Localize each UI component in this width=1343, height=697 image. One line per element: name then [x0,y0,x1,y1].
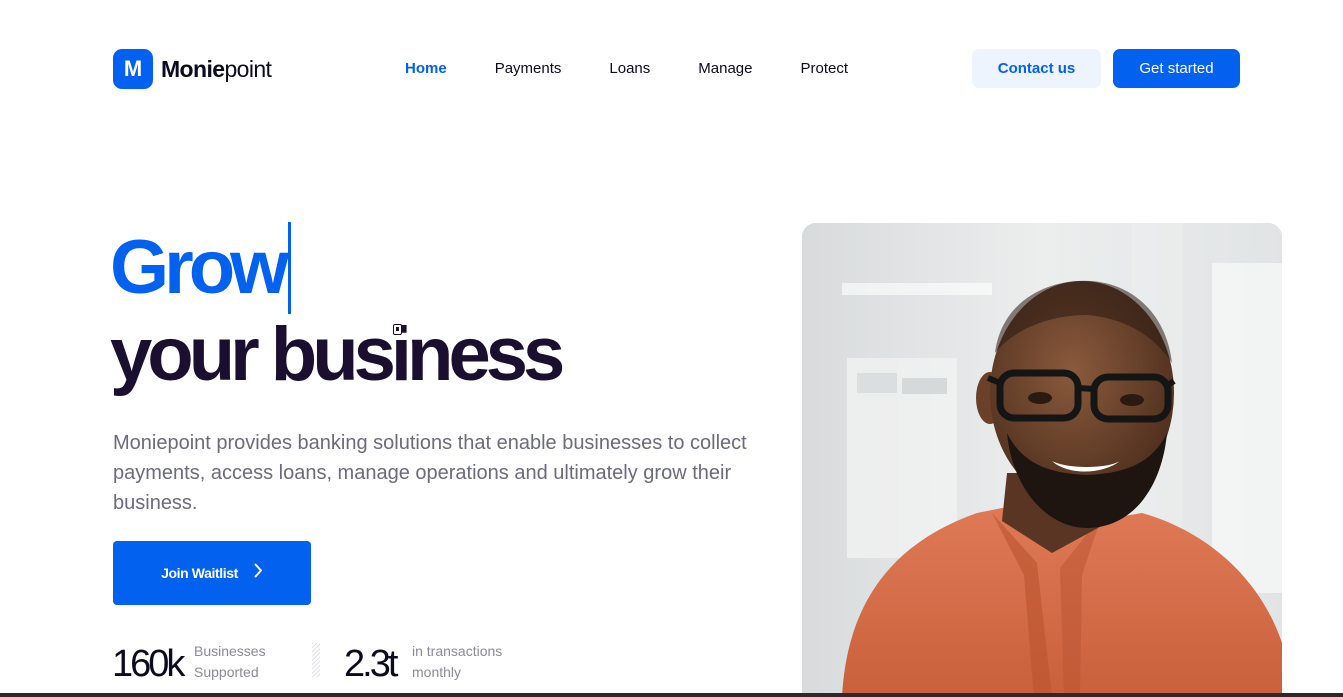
mouse-cursor-icon [393,324,402,335]
nav-loans[interactable]: Loans [609,59,650,79]
nav-protect[interactable]: Protect [800,59,848,79]
stat-businesses-value: 160k [112,643,185,685]
join-waitlist-label: Join Waitlist [161,565,238,581]
logo-wordmark-bold: Monie [161,55,225,82]
stat-businesses-label-2: Supported [194,664,259,680]
logo-wordmark: Moniepoint [161,55,272,83]
nav-payments[interactable]: Payments [495,59,562,79]
stat-divider [312,643,320,677]
stat-transactions-label-1: in transactions [412,643,503,659]
hero-photo [802,223,1282,697]
hero-headline: your business [110,312,565,397]
stat-transactions-label-2: monthly [412,664,462,680]
logo-mark: M [113,49,153,89]
bottom-edge [0,693,1343,697]
hero-description: Moniepoint provides banking solutions th… [113,432,747,514]
get-started-button[interactable]: Get started [1113,49,1240,88]
main-nav: Home Payments Loans Manage Protect [405,59,896,79]
nav-home[interactable]: Home [405,59,447,79]
contact-us-button[interactable]: Contact us [972,49,1101,88]
logo[interactable]: M Moniepoint [113,49,272,89]
chevron-right-icon [254,563,263,583]
nav-manage[interactable]: Manage [698,59,752,79]
logo-wordmark-light: point [224,55,272,82]
stat-transactions-value: 2.3t [344,643,398,685]
hero-headline-accent-row: Grow [110,222,292,314]
hero-headline-accent: Grow [110,225,289,310]
hero-photo-illustration [802,223,1282,697]
landing-page: M Moniepoint Home Payments Loans Manage … [0,0,1343,697]
join-waitlist-button[interactable]: Join Waitlist [113,541,311,605]
text-caret [288,222,292,314]
stat-businesses-label-1: Businesses [194,643,266,659]
